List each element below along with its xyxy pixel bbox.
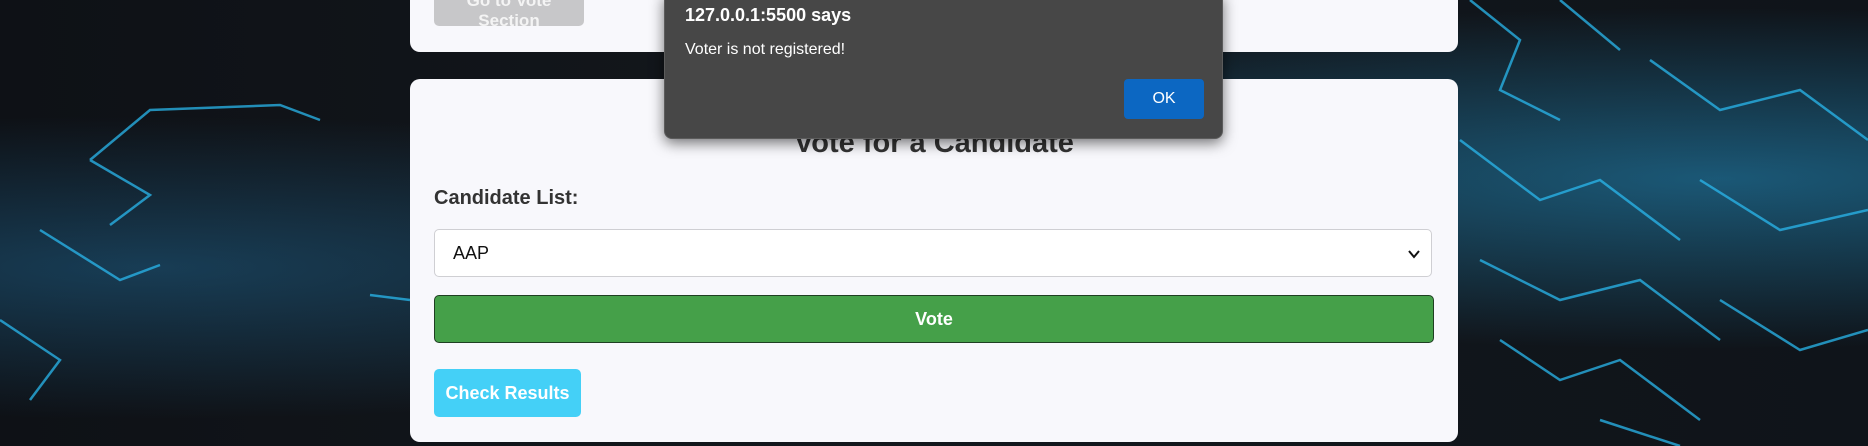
dialog-message: Voter is not registered!	[685, 41, 846, 58]
check-results-button[interactable]: Check Results	[434, 369, 581, 417]
ok-button[interactable]: OK	[1124, 79, 1204, 119]
go-to-vote-section-button[interactable]: Go to Vote Section	[434, 0, 584, 30]
alert-dialog: 127.0.0.1:5500 says Voter is not registe…	[664, 0, 1223, 139]
vote-button[interactable]: Vote	[434, 295, 1434, 343]
candidate-select[interactable]: AAP	[434, 229, 1432, 277]
candidate-list-label: Candidate List:	[434, 187, 579, 209]
chevron-down-icon	[1408, 250, 1420, 259]
selected-candidate: AAP	[453, 243, 490, 263]
dialog-origin: 127.0.0.1:5500 says	[685, 5, 852, 25]
